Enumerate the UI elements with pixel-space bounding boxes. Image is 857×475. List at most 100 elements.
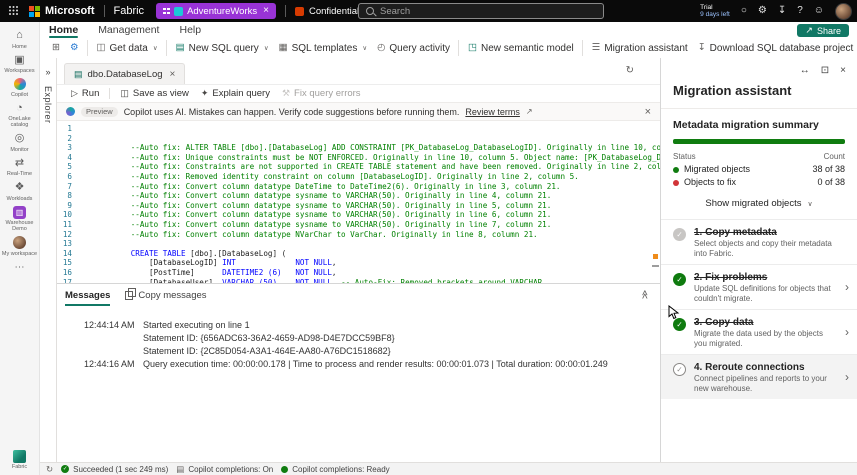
maximize-icon[interactable]: ⊡ (821, 66, 829, 76)
step-description: Select objects and copy their metadata i… (694, 239, 832, 258)
sidebar-item-icon: ❖ (14, 181, 25, 193)
settings-gear-icon[interactable]: ⚙ (758, 6, 767, 16)
share-button[interactable]: ↗ Share (797, 24, 849, 37)
code-line[interactable]: 16 [Event] VARCHAR (50) NOT NULL, -- Aut… (57, 268, 660, 289)
code-line[interactable]: 8 --Auto fix: Convert column datatype sy… (57, 191, 660, 219)
close-icon[interactable]: × (170, 69, 176, 80)
status-dot-icon (673, 166, 679, 173)
ribbon-button[interactable]: ▦ SQL templates ∨ (274, 40, 373, 56)
migration-step[interactable]: ✓ 3. Copy data Migrate the data used by … (661, 309, 857, 354)
step-title: 3. Copy data (694, 317, 754, 328)
migration-step[interactable]: ✓ 4. Reroute connections Connect pipelin… (661, 354, 857, 399)
sidebar-item[interactable]: ⌂ Home (1, 29, 39, 50)
message-row: 12:44:16 AM Query execution time: 00:00:… (57, 358, 660, 371)
ribbon-button[interactable]: ⊞ ∨ (47, 40, 65, 56)
workspace-tab[interactable]: AdventureWorks × (156, 3, 276, 19)
menu-tab[interactable]: Management (98, 22, 159, 38)
close-icon[interactable]: × (840, 66, 846, 76)
close-icon[interactable]: × (263, 6, 269, 16)
code-line[interactable]: 9 --Auto fix: Convert column datatype sy… (57, 201, 660, 229)
copilot-completions-toggle[interactable]: ▤ Copilot completions: On (176, 465, 273, 474)
step-description: Connect pipelines and reports to your ne… (694, 374, 827, 393)
notifications-icon[interactable]: ○ (741, 6, 747, 16)
message-row: Statement ID: {656ADC63-36A2-4659-AD98-D… (57, 332, 660, 345)
workspace-grid-icon (163, 7, 170, 15)
code-line[interactable]: 15 [DatabaseUser] VARCHAR (50) NOT NULL,… (57, 258, 660, 286)
feedback-icon[interactable]: ☺ (814, 6, 824, 16)
code-line-text: --Auto fix: Unique constraints must be N… (130, 152, 660, 162)
download-app-icon[interactable]: ↧ (778, 6, 786, 16)
sidebar-item[interactable]: ⇄ Real-Time (1, 157, 39, 178)
ribbon-button[interactable]: ▤ New SQL query ∨ (165, 40, 274, 56)
ribbon-button-icon: ☰ (591, 42, 601, 54)
summary-row-label: Migrated objects (684, 164, 751, 174)
ribbon-button[interactable]: ⚙ ∨ (65, 40, 84, 56)
left-nav-rail: ⌂ Home ▣ Workspaces Copilot ◔ OneLake ca… (0, 22, 40, 475)
ribbon-button[interactable]: ◴ Query activity ∨ (372, 40, 455, 56)
tab-messages[interactable]: Messages (65, 284, 111, 306)
editor-tab[interactable]: ▤ dbo.DatabaseLog × (64, 63, 186, 84)
sidebar-item[interactable]: ◔ OneLake catalog (1, 102, 39, 129)
run-button[interactable]: ▷ Run (65, 86, 105, 101)
ribbon-button[interactable]: ☰ Migration assistant ∨ (581, 40, 693, 56)
sidebar-item[interactable]: My workspace (1, 236, 39, 257)
success-check-icon: ✓ (61, 465, 70, 473)
code-line-text: --Auto fix: Convert column datatype sysn… (130, 200, 552, 210)
code-line[interactable]: 14 [PostTime] DATETIME2 (6) NOT NULL, (57, 249, 660, 277)
sidebar-item[interactable]: ◎ Monitor (1, 132, 39, 153)
migration-step[interactable]: ✓ 1. Copy metadata Select objects and co… (661, 219, 857, 264)
panel-header-icons: ↔ ⊡ × (800, 66, 846, 76)
ribbon-button-icon: ⚙ (69, 42, 79, 54)
sidebar-item[interactable]: ▥ Warehouse Demo (1, 205, 39, 232)
trial-badge[interactable]: Trial 9 days left (700, 4, 730, 19)
sidebar-item[interactable]: ⋯ (1, 261, 39, 274)
code-line[interactable]: 7 --Auto fix: Convert column datatype sy… (57, 182, 660, 210)
sidebar-item[interactable]: Copilot (1, 78, 39, 98)
migration-step[interactable]: ✓ 2. Fix problems Update SQL definitions… (661, 264, 857, 309)
help-icon[interactable]: ? (797, 6, 803, 16)
menu-tab[interactable]: Home (49, 22, 79, 38)
collapse-panel-icon[interactable]: ≪ (639, 290, 650, 299)
step-title: 1. Copy metadata (694, 227, 777, 238)
minimap-warning-marker (653, 254, 658, 259)
sql-file-icon: ▤ (74, 68, 83, 79)
save-as-view-button[interactable]: ◫ Save as view (114, 86, 195, 101)
code-line[interactable]: 1 --Auto fix: ALTER TABLE [dbo].[Databas… (57, 124, 660, 152)
ribbon-button[interactable]: ◫ Get data ∨ (86, 40, 163, 56)
review-terms-link[interactable]: Review terms (465, 107, 520, 117)
ribbon-button[interactable]: ◳ New semantic model ∨ (457, 40, 579, 56)
explain-query-icon: ✦ (200, 88, 209, 98)
code-area[interactable]: 1 --Auto fix: ALTER TABLE [dbo].[Databas… (57, 121, 660, 289)
chevron-right-icon: › (845, 325, 849, 339)
refresh-icon[interactable]: ↻ (626, 65, 634, 76)
connection-status-icon[interactable]: ↻ (46, 465, 53, 474)
summary-row-count: 0 of 38 (817, 177, 845, 187)
sidebar-item-icon: ⌂ (16, 29, 23, 41)
code-line[interactable]: 4 --Auto fix: Removed identity constrain… (57, 153, 660, 181)
sidebar-item-icon: ⇄ (14, 156, 25, 169)
code-line[interactable]: 3 --Auto fix: Constraints are not suppor… (57, 143, 660, 171)
explorer-label: Explorer (43, 86, 53, 124)
expand-explorer-icon[interactable]: » (45, 67, 50, 77)
close-icon[interactable]: × (645, 106, 651, 118)
explain-query-button[interactable]: ✦ Explain query (195, 86, 276, 101)
line-number: 8 (67, 191, 72, 201)
code-line[interactable]: 10 --Auto fix: Convert column datatype N… (57, 210, 660, 238)
sidebar-item[interactable]: ❖ Workloads (1, 181, 39, 202)
account-avatar[interactable] (835, 2, 852, 20)
search-input[interactable]: Search (358, 3, 604, 19)
ribbon-button[interactable]: ↧ Download SQL database project ∨ (693, 40, 857, 56)
sidebar-item[interactable]: ▣ Workspaces (1, 54, 39, 75)
fix-query-errors-button[interactable]: ⚒ Fix query errors (276, 86, 367, 101)
fit-width-icon[interactable]: ↔ (800, 66, 810, 76)
copy-messages-button[interactable]: Copy messages (125, 284, 207, 306)
code-line[interactable]: 13 [DatabaseLogID] INT NOT NULL, (57, 239, 660, 267)
menu-tab[interactable]: Help (179, 22, 201, 38)
app-launcher-icon[interactable] (9, 6, 19, 16)
step-title: 4. Reroute connections (694, 362, 805, 373)
summary-row-label: Objects to fix (684, 177, 737, 187)
code-line[interactable]: 2 --Auto fix: Unique constraints must be… (57, 134, 660, 162)
show-migrated-objects-button[interactable]: Show migrated objects ∨ (699, 197, 818, 210)
ribbon-button-label: Migration assistant (604, 42, 688, 54)
